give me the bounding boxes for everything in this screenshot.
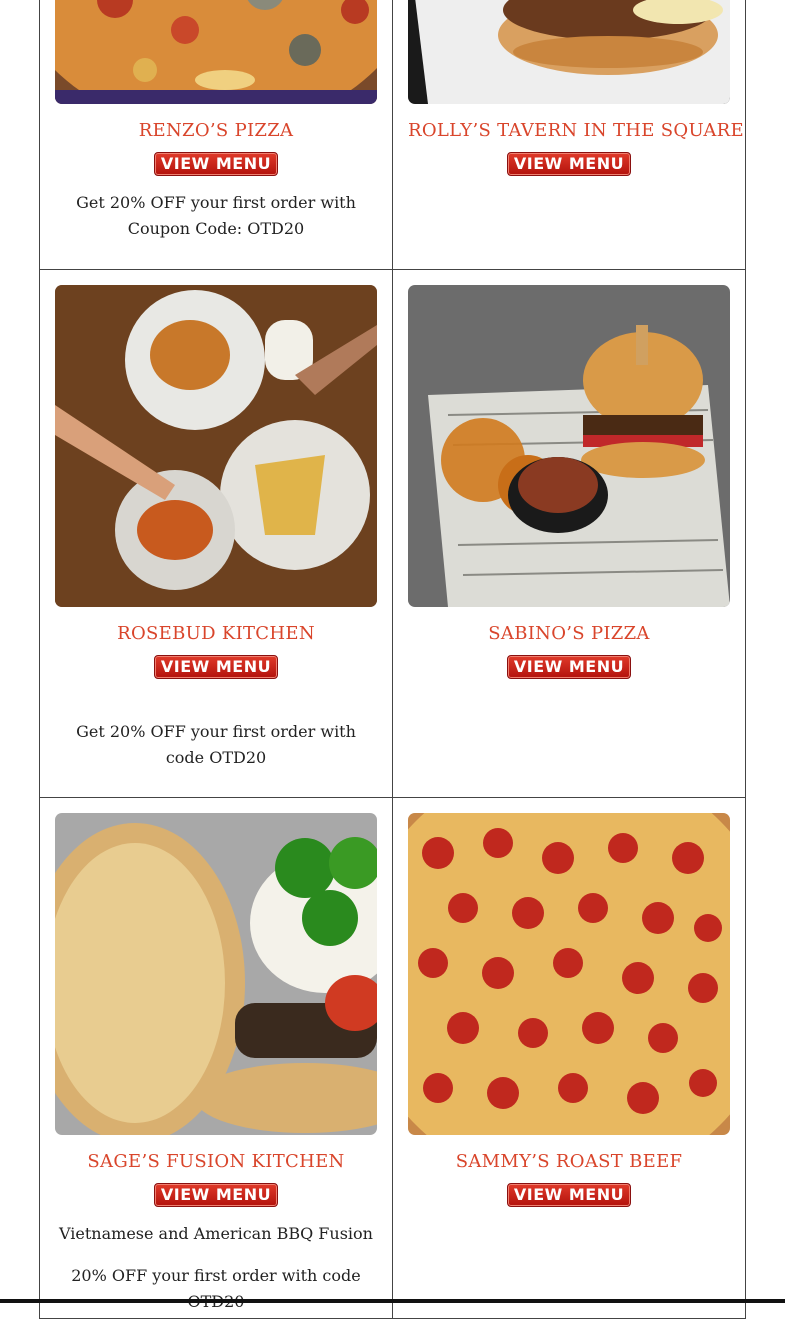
- pizza-photo-icon[interactable]: [55, 0, 377, 104]
- restaurant-card-renzos: RENZO’S PIZZA VIEW MENU Get 20% OFF your…: [55, 0, 377, 242]
- burger-fries-photo-icon[interactable]: [408, 285, 730, 607]
- restaurant-row: SAGE’S FUSION KITCHEN VIEW MENU Vietname…: [39, 798, 746, 1319]
- restaurant-name[interactable]: RENZO’S PIZZA: [55, 120, 377, 142]
- restaurant-name[interactable]: SABINO’S PIZZA: [408, 623, 730, 645]
- pepperoni-pizza-photo-icon[interactable]: [408, 813, 730, 1135]
- restaurant-grid: RENZO’S PIZZA VIEW MENU Get 20% OFF your…: [39, 0, 746, 1319]
- burger-jalapeno-photo-icon[interactable]: [55, 813, 377, 1135]
- restaurant-description: Get 20% OFF your first order with Coupon…: [76, 193, 356, 238]
- restaurant-description: Vietnamese and American BBQ Fusion: [59, 1224, 373, 1243]
- view-menu-button[interactable]: VIEW MENU: [154, 1183, 278, 1207]
- restaurant-card-sammys: SAMMY’S ROAST BEEF VIEW MENU: [408, 813, 730, 1207]
- bottom-edge-bar: [0, 1299, 785, 1303]
- restaurant-card-sabinos: SABINO’S PIZZA VIEW MENU: [408, 285, 730, 679]
- view-menu-button[interactable]: VIEW MENU: [154, 655, 278, 679]
- restaurant-name[interactable]: SAGE’S FUSION KITCHEN: [55, 1151, 377, 1173]
- restaurant-row: ROSEBUD KITCHEN VIEW MENU Get 20% OFF yo…: [39, 270, 746, 798]
- view-menu-button[interactable]: VIEW MENU: [154, 152, 278, 176]
- restaurant-name[interactable]: SAMMY’S ROAST BEEF: [408, 1151, 730, 1173]
- restaurant-card-sages: SAGE’S FUSION KITCHEN VIEW MENU Vietname…: [55, 813, 377, 1315]
- table-spread-photo-icon[interactable]: [55, 285, 377, 607]
- restaurant-description: 20% OFF your first order with code OTD20: [71, 1266, 361, 1311]
- view-menu-button[interactable]: VIEW MENU: [507, 1183, 631, 1207]
- view-menu-button[interactable]: VIEW MENU: [507, 152, 631, 176]
- restaurant-description: Get 20% OFF your first order with code O…: [76, 722, 356, 767]
- restaurant-name[interactable]: ROLLY’S TAVERN IN THE SQUARE: [408, 120, 744, 142]
- burger-photo-icon[interactable]: [408, 0, 730, 104]
- restaurant-card-rosebud: ROSEBUD KITCHEN VIEW MENU Get 20% OFF yo…: [55, 285, 377, 771]
- restaurant-card-rollys: ROLLY’S TAVERN IN THE SQUARE VIEW MENU: [408, 0, 744, 176]
- view-menu-button[interactable]: VIEW MENU: [507, 655, 631, 679]
- restaurant-row: RENZO’S PIZZA VIEW MENU Get 20% OFF your…: [39, 0, 746, 270]
- restaurant-name[interactable]: ROSEBUD KITCHEN: [55, 623, 377, 645]
